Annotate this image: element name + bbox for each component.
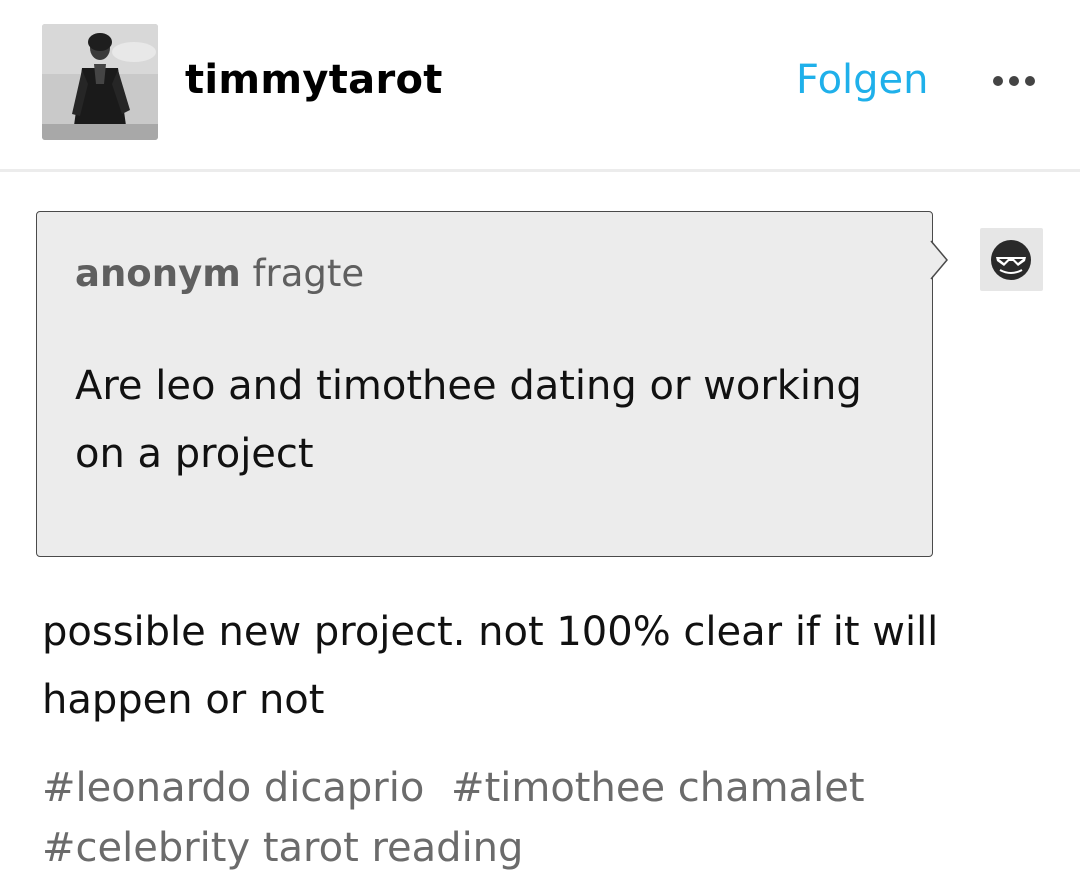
asked-verb: fragte [252, 252, 365, 295]
asker-name: anonym [75, 252, 241, 295]
tag-link[interactable]: #leonardo dicaprio [42, 765, 424, 811]
tag-link[interactable]: #celebrity tarot reading [42, 825, 523, 871]
sunglasses-face-icon [991, 240, 1031, 280]
post-tags: #leonardo dicaprio #timothee chamalet #c… [42, 758, 1042, 878]
blog-avatar-image [42, 24, 158, 140]
anonymous-asker-avatar [980, 228, 1043, 291]
more-options-button[interactable] [990, 66, 1042, 96]
blog-avatar[interactable] [42, 24, 158, 140]
ask-bubble-pointer [929, 240, 948, 280]
question-text: Are leo and timothee dating or working o… [75, 363, 862, 477]
ellipsis-icon [993, 76, 1035, 86]
asker-line: anonym fragte [75, 252, 364, 296]
ask-question-box: anonym fragte Are leo and timothee datin… [36, 211, 933, 557]
answer-text: possible new project. not 100% clear if … [42, 609, 939, 723]
follow-button[interactable]: Folgen [796, 52, 929, 108]
blog-username[interactable]: timmytarot [185, 52, 443, 108]
tag-link[interactable]: #timothee chamalet [451, 765, 864, 811]
post-header: timmytarot Folgen [0, 0, 1080, 172]
